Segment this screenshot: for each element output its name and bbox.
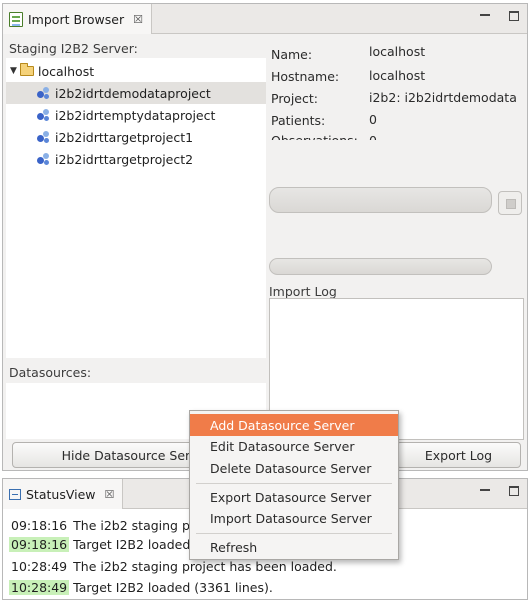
window-controls xyxy=(479,11,519,23)
status-message: The i2b2 staging project has been loaded… xyxy=(73,559,337,574)
minimize-icon[interactable] xyxy=(479,11,491,23)
info-value-name: localhost xyxy=(369,44,426,59)
maximize-icon[interactable] xyxy=(509,486,519,496)
tree-item-project[interactable]: i2b2idrttargetproject1 xyxy=(6,126,193,148)
tree-item-localhost[interactable]: ▼ localhost xyxy=(10,60,94,82)
datasources-label: Datasources: xyxy=(9,365,92,380)
project-icon xyxy=(36,130,52,144)
menu-item-import-datasource-server[interactable]: Import Datasource Server xyxy=(190,507,398,529)
menu-item-export-datasource-server[interactable]: Export Datasource Server xyxy=(190,486,398,508)
status-list-icon xyxy=(9,488,21,500)
stop-import-button[interactable] xyxy=(498,191,522,215)
info-key-patients: Patients: xyxy=(271,113,326,128)
info-key-observations: Observations: xyxy=(271,133,358,140)
status-timestamp: 09:18:16 xyxy=(11,518,68,533)
document-icon xyxy=(9,11,23,27)
info-value-patients: 0 xyxy=(369,112,377,127)
chevron-down-icon[interactable]: ▼ xyxy=(10,66,20,76)
menu-separator xyxy=(196,533,392,534)
minimize-icon[interactable] xyxy=(479,486,491,498)
import-browser-view: Import Browser ☒ Staging I2B2 Server: ▼ … xyxy=(2,3,528,471)
tree-item-label: localhost xyxy=(38,63,95,79)
tree-item-project[interactable]: i2b2idrtemptydataproject xyxy=(6,104,215,126)
info-key-project: Project: xyxy=(271,91,318,106)
status-timestamp: 10:28:49 xyxy=(9,580,70,595)
tree-item-label: i2b2idrttargetproject1 xyxy=(55,129,194,145)
import-progress-bar xyxy=(269,187,492,213)
import-log-label: Import Log xyxy=(269,284,337,299)
maximize-icon[interactable] xyxy=(509,11,519,21)
staging-server-label: Staging I2B2 Server: xyxy=(9,41,138,56)
info-value-hostname: localhost xyxy=(369,68,426,83)
menu-separator xyxy=(196,483,392,484)
menu-item-edit-datasource-server[interactable]: Edit Datasource Server xyxy=(190,435,398,457)
folder-icon xyxy=(20,63,34,76)
server-info: Name: localhost Hostname: localhost Proj… xyxy=(271,42,527,140)
status-timestamp: 10:28:49 xyxy=(11,559,68,574)
info-key-name: Name: xyxy=(271,47,313,62)
datasource-context-menu: Add Datasource Server Edit Datasource Se… xyxy=(189,410,399,560)
status-message: Target I2B2 loaded (3361 lines). xyxy=(73,580,273,595)
tree-item-project[interactable]: i2b2idrtdemodataproject xyxy=(6,82,266,104)
info-key-hostname: Hostname: xyxy=(271,69,340,84)
tree-item-label: i2b2idrtdemodataproject xyxy=(55,85,211,101)
project-icon xyxy=(36,86,52,100)
menu-item-refresh[interactable]: Refresh xyxy=(190,536,398,558)
staging-server-tree[interactable]: ▼ localhost i2b2idrtdemodataproject i2b2… xyxy=(6,58,266,358)
menu-item-delete-datasource-server[interactable]: Delete Datasource Server xyxy=(190,457,398,479)
status-view-title: StatusView xyxy=(26,486,96,502)
status-timestamp: 09:18:16 xyxy=(9,537,70,552)
secondary-progress-bar xyxy=(269,258,492,275)
window-controls xyxy=(479,486,519,498)
import-browser-title: Import Browser xyxy=(28,11,125,27)
project-icon xyxy=(36,152,52,166)
project-icon xyxy=(36,108,52,122)
menu-item-add-datasource-server[interactable]: Add Datasource Server xyxy=(190,414,398,436)
import-browser-tab[interactable]: Import Browser ☒ xyxy=(3,4,152,34)
close-tab-icon[interactable]: ☒ xyxy=(133,13,143,26)
tree-item-label: i2b2idrtemptydataproject xyxy=(55,107,216,123)
tree-item-label: i2b2idrttargetproject2 xyxy=(55,151,194,167)
info-value-project: i2b2: i2b2idrtdemodata xyxy=(369,90,517,105)
tree-item-project[interactable]: i2b2idrttargetproject2 xyxy=(6,148,193,170)
status-view-tab[interactable]: StatusView ☒ xyxy=(3,479,124,509)
export-log-button[interactable]: Export Log xyxy=(396,442,521,468)
close-tab-icon[interactable]: ☒ xyxy=(105,488,115,501)
import-browser-tabbar: Import Browser ☒ xyxy=(3,4,527,34)
status-row: 10:28:49 Target I2B2 loaded (3361 lines)… xyxy=(9,578,273,597)
info-value-observations: 0 xyxy=(369,133,377,140)
